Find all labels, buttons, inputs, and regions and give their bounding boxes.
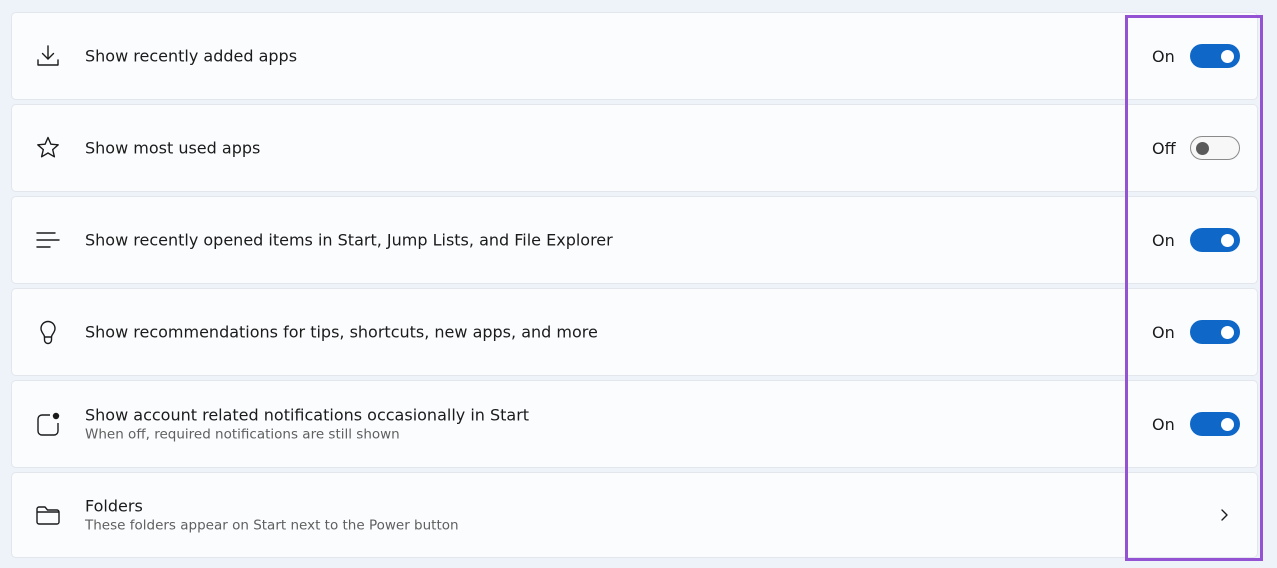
setting-title: Folders (85, 496, 143, 516)
setting-recently-opened-items: Show recently opened items in Start, Jum… (11, 196, 1258, 284)
notification-badge-icon (34, 410, 62, 438)
toggle-state-label: On (1152, 414, 1175, 434)
start-settings-list: Show recently added apps On Show most us… (11, 12, 1258, 558)
toggle-knob (1221, 49, 1234, 63)
folder-icon (34, 501, 62, 529)
setting-recently-added-apps: Show recently added apps On (11, 12, 1258, 100)
setting-subtitle: These folders appear on Start next to th… (85, 517, 459, 534)
setting-recommendations: Show recommendations for tips, shortcuts… (11, 288, 1258, 376)
setting-text: Show recently opened items in Start, Jum… (85, 230, 613, 251)
toggle-group: On (1152, 320, 1240, 344)
toggle-state-label: Off (1152, 138, 1176, 158)
star-icon (34, 134, 62, 162)
setting-text: Folders These folders appear on Start ne… (85, 496, 459, 535)
setting-subtitle: When off, required notifications are sti… (85, 426, 400, 443)
setting-title: Show most used apps (85, 138, 261, 158)
toggle-group: On (1152, 44, 1240, 68)
toggle-state-label: On (1152, 322, 1175, 342)
setting-text: Show recently added apps (85, 46, 297, 67)
toggle-state-label: On (1152, 230, 1175, 250)
toggle-group: On (1152, 228, 1240, 252)
account-notifications-toggle[interactable] (1190, 412, 1240, 436)
setting-account-notifications: Show account related notifications occas… (11, 380, 1258, 468)
toggle-state-label: On (1152, 46, 1175, 66)
download-icon (34, 42, 62, 70)
setting-folders[interactable]: Folders These folders appear on Start ne… (11, 472, 1258, 558)
toggle-knob (1221, 325, 1234, 339)
setting-title: Show recently added apps (85, 46, 298, 66)
setting-text: Show recommendations for tips, shortcuts… (85, 322, 598, 343)
toggle-group: On (1152, 412, 1240, 436)
setting-title: Show recently opened items in Start, Jum… (85, 230, 613, 250)
setting-title: Show recommendations for tips, shortcuts… (85, 322, 598, 342)
lightbulb-icon (34, 318, 62, 346)
recommendations-toggle[interactable] (1190, 320, 1240, 344)
setting-text: Show most used apps (85, 138, 260, 159)
setting-most-used-apps: Show most used apps Off (11, 104, 1258, 192)
setting-title: Show account related notifications occas… (85, 405, 530, 425)
toggle-knob (1196, 141, 1209, 155)
list-icon (34, 226, 62, 254)
chevron-right-icon[interactable] (1215, 506, 1233, 524)
recently-added-apps-toggle[interactable] (1190, 44, 1240, 68)
setting-text: Show account related notifications occas… (85, 405, 529, 444)
toggle-group: Off (1152, 136, 1240, 160)
most-used-apps-toggle[interactable] (1190, 136, 1240, 160)
recently-opened-items-toggle[interactable] (1190, 228, 1240, 252)
toggle-knob (1221, 417, 1234, 431)
toggle-knob (1221, 233, 1234, 247)
